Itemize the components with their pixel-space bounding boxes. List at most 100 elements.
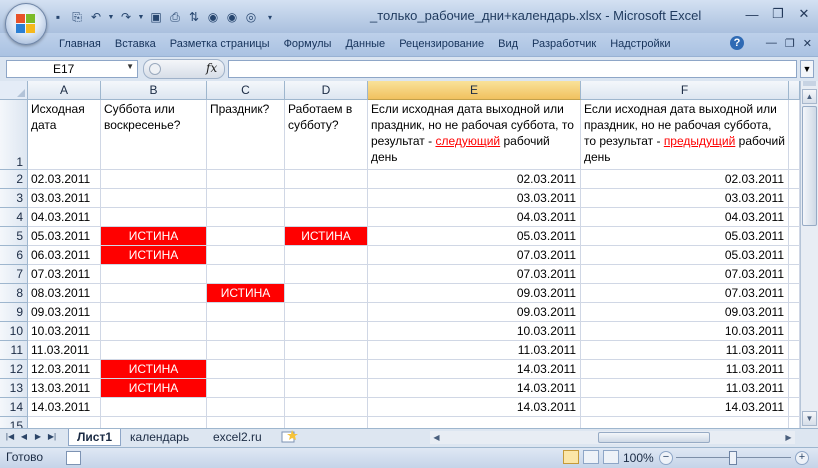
select-all-button[interactable] [0,81,28,100]
close-icon[interactable]: ✕ [803,37,812,50]
row-header-12[interactable]: 12 [0,360,28,379]
cell-c14[interactable] [207,398,285,417]
save-icon[interactable]: ▪ [50,9,66,25]
cell-b7[interactable] [101,265,207,284]
zoom-in-icon[interactable]: + [795,451,809,465]
cell-f5[interactable]: 05.03.2011 [581,227,789,246]
cell-g14[interactable] [789,398,800,417]
cell-f2[interactable]: 02.03.2011 [581,170,789,189]
cell-g12[interactable] [789,360,800,379]
cell-c6[interactable] [207,246,285,265]
cell-a9[interactable]: 09.03.2011 [28,303,101,322]
circle-icon[interactable]: ◉ [205,9,221,25]
column-header-a[interactable]: A [28,81,101,100]
cell-c11[interactable] [207,341,285,360]
undo-dropdown-icon[interactable]: ▼ [107,9,115,25]
name-box[interactable]: E17 ▼ [6,60,138,78]
insert-function-button[interactable]: fx [206,61,217,75]
cell-d6[interactable] [285,246,368,265]
attach-icon[interactable]: ⎘ [69,9,85,25]
cell-a2[interactable]: 02.03.2011 [28,170,101,189]
customize-icon[interactable]: ▾ [262,9,278,25]
tab-review[interactable]: Рецензирование [392,37,491,55]
cell-d7[interactable] [285,265,368,284]
cell-b8[interactable] [101,284,207,303]
maximize-icon[interactable]: ❐ [770,6,786,22]
redo-dropdown-icon[interactable]: ▼ [137,9,145,25]
cell-g2[interactable] [789,170,800,189]
cell-d2[interactable] [285,170,368,189]
cell-f14[interactable]: 14.03.2011 [581,398,789,417]
cell-c4[interactable] [207,208,285,227]
scroll-left-arrow-icon[interactable]: ◀ [430,431,443,444]
sort-icon[interactable]: ⇅ [186,9,202,25]
cell-b15[interactable] [101,417,207,428]
cell-g3[interactable] [789,189,800,208]
cell-f6[interactable]: 05.03.2011 [581,246,789,265]
cell-d5[interactable]: ИСТИНА [285,227,368,246]
cell-c3[interactable] [207,189,285,208]
cell-f1[interactable]: Если исходная дата выходной или праздник… [581,100,789,170]
cell-b14[interactable] [101,398,207,417]
cell-g1[interactable] [789,100,800,170]
cell-b10[interactable] [101,322,207,341]
cell-b9[interactable] [101,303,207,322]
cell-d8[interactable] [285,284,368,303]
cell-c9[interactable] [207,303,285,322]
cell-d13[interactable] [285,379,368,398]
cell-a6[interactable]: 06.03.2011 [28,246,101,265]
row-header-6[interactable]: 6 [0,246,28,265]
row-header-3[interactable]: 3 [0,189,28,208]
cell-f7[interactable]: 07.03.2011 [581,265,789,284]
cell-e5[interactable]: 05.03.2011 [368,227,581,246]
cell-e11[interactable]: 11.03.2011 [368,341,581,360]
column-header-e[interactable]: E [368,81,581,100]
page-layout-view-icon[interactable] [583,450,599,464]
row-header-15[interactable]: 15 [0,417,28,428]
cell-a12[interactable]: 12.03.2011 [28,360,101,379]
preview-icon[interactable]: ▣ [148,9,164,25]
expand-formula-bar-button[interactable]: ▼ [800,60,814,78]
cell-b12[interactable]: ИСТИНА [101,360,207,379]
cell-f3[interactable]: 03.03.2011 [581,189,789,208]
cell-e15[interactable] [368,417,581,428]
page-break-view-icon[interactable] [603,450,619,464]
insert-sheet-icon[interactable] [280,430,298,444]
tab-page-layout[interactable]: Разметка страницы [163,37,277,55]
cell-g10[interactable] [789,322,800,341]
row-header-14[interactable]: 14 [0,398,28,417]
cell-a14[interactable]: 14.03.2011 [28,398,101,417]
column-header-d[interactable]: D [285,81,368,100]
column-header-b[interactable]: B [101,81,207,100]
tab-data[interactable]: Данные [338,37,392,55]
cell-f4[interactable]: 04.03.2011 [581,208,789,227]
resize-handle-icon[interactable] [149,63,161,75]
cell-b1[interactable]: Суббота или воскресенье? [101,100,207,170]
cell-c15[interactable] [207,417,285,428]
cell-e13[interactable]: 14.03.2011 [368,379,581,398]
row-header-8[interactable]: 8 [0,284,28,303]
cell-g8[interactable] [789,284,800,303]
zoom-slider-thumb[interactable] [729,451,737,465]
row-header-13[interactable]: 13 [0,379,28,398]
help-icon[interactable]: ? [730,36,744,50]
cell-d4[interactable] [285,208,368,227]
cell-e14[interactable]: 14.03.2011 [368,398,581,417]
tab-home[interactable]: Главная [52,37,108,55]
cell-g11[interactable] [789,341,800,360]
tab-addins[interactable]: Надстройки [603,37,677,55]
cell-c5[interactable] [207,227,285,246]
column-header-c[interactable]: C [207,81,285,100]
cell-e6[interactable]: 07.03.2011 [368,246,581,265]
close-icon[interactable]: ✕ [796,6,812,22]
column-header-f[interactable]: F [581,81,789,100]
previous-sheet-icon[interactable]: ◀ [18,430,30,444]
cell-d9[interactable] [285,303,368,322]
cell-d12[interactable] [285,360,368,379]
cell-f8[interactable]: 07.03.2011 [581,284,789,303]
cell-g5[interactable] [789,227,800,246]
cell-e4[interactable]: 04.03.2011 [368,208,581,227]
cell-a13[interactable]: 13.03.2011 [28,379,101,398]
cell-e2[interactable]: 02.03.2011 [368,170,581,189]
vertical-scroll-thumb[interactable] [802,106,817,226]
